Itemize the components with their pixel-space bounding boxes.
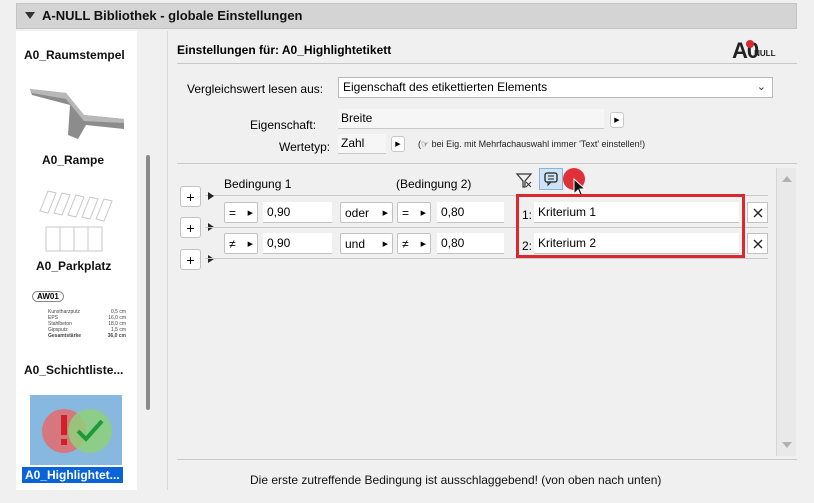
layer-tag: AW01: [32, 291, 64, 302]
panel-title-bar[interactable]: A-NULL Bibliothek - globale Einstellunge…: [16, 3, 797, 29]
type-hint: (☞ bei Eig. mit Mehrfachauswahl immer 'T…: [418, 139, 646, 149]
operator2-select[interactable]: ≠ ▶: [397, 233, 431, 254]
list-item-label: A0_Parkplatz: [36, 259, 112, 273]
library-list[interactable]: A0_Raumstempel A0_Rampe A0_Parkplatz AW0…: [16, 31, 137, 490]
operator-value: =: [229, 205, 237, 220]
row-arrow-icon[interactable]: [208, 255, 214, 263]
logo-dot-icon: [746, 40, 754, 48]
conditions-scrollbar[interactable]: [776, 168, 796, 456]
scroll-up-icon[interactable]: [782, 176, 792, 182]
compare-select[interactable]: Eigenschaft des etikettierten Elements ⌄: [338, 77, 773, 98]
list-item-label: A0_Highlightet...: [22, 467, 123, 483]
list-item[interactable]: A0_Parkplatz: [18, 181, 135, 277]
list-item-label: A0_Schichtliste...: [24, 363, 124, 377]
add-row-button[interactable]: +: [180, 249, 201, 270]
row-arrow-icon[interactable]: [208, 192, 214, 200]
operator2-select[interactable]: = ▶: [397, 202, 431, 223]
criteria-highlight-frame: [516, 194, 745, 258]
arrow-right-icon: ▶: [614, 117, 620, 124]
conjunction-select[interactable]: und ▶: [340, 233, 393, 254]
value2-input[interactable]: 0,80: [437, 202, 504, 223]
arrow-right-icon: ▶: [247, 240, 253, 248]
compare-select-value: Eigenschaft des etikettierten Elements: [343, 80, 548, 94]
chevron-down-icon: ⌄: [756, 81, 766, 93]
arrow-right-icon: ▶: [420, 209, 426, 217]
row-divider: [205, 258, 768, 259]
property-arrow-button[interactable]: ▶: [610, 112, 624, 128]
add-row-button[interactable]: +: [180, 186, 201, 207]
filter-icon[interactable]: [514, 170, 534, 190]
layer-table: Kunstharzputz 0,5 cm EPS 16,0 cm Stahlbeto…: [48, 309, 126, 339]
list-item[interactable]: A0_Rampe: [18, 75, 135, 171]
type-label: Wertetyp:: [279, 140, 331, 154]
conjunction-value: und: [345, 236, 366, 251]
arrow-right-icon: ▶: [395, 141, 401, 148]
settings-title: Einstellungen für: A0_Highlightetikett: [177, 43, 392, 57]
ramp-thumbnail: [30, 89, 124, 139]
close-icon: [753, 239, 762, 248]
list-item-selected[interactable]: A0_Highlightet...: [18, 393, 135, 489]
property-field[interactable]: Breite: [338, 109, 604, 129]
value1-input[interactable]: 0,90: [263, 202, 332, 223]
value1-input[interactable]: 0,90: [263, 233, 332, 254]
arrow-right-icon: ▶: [420, 240, 426, 248]
list-item-label: A0_Raumstempel: [24, 48, 125, 62]
conditions-divider: [177, 163, 797, 164]
panel-title: A-NULL Bibliothek - globale Einstellunge…: [42, 8, 303, 23]
settings-panel: [167, 31, 797, 490]
list-item[interactable]: A0_Raumstempel: [18, 31, 135, 71]
settings-divider: [177, 63, 797, 64]
arrow-right-icon: ▶: [247, 209, 253, 217]
anull-logo: A0NULL: [732, 38, 792, 64]
conjunction-select[interactable]: oder ▶: [340, 202, 393, 223]
scroll-down-icon[interactable]: [782, 442, 792, 448]
add-row-button[interactable]: +: [180, 217, 201, 238]
compare-label: Vergleichswert lesen aus:: [187, 82, 324, 96]
comment-button[interactable]: [539, 168, 563, 190]
library-scrollbar[interactable]: [146, 155, 150, 410]
footer-note: Die erste zutreffende Bedingung ist auss…: [250, 473, 662, 487]
parking-thumbnail: [39, 190, 113, 252]
operator1-select[interactable]: ≠ ▶: [224, 233, 258, 254]
layer-row: Gesamtstärke 36,0 cm: [48, 333, 126, 339]
delete-row-button[interactable]: [747, 202, 768, 223]
logo-null: NULL: [754, 49, 776, 58]
highlight-thumbnail: [30, 395, 122, 465]
conjunction-value: oder: [345, 205, 370, 220]
highlight-icon: [42, 409, 112, 453]
delete-row-button[interactable]: [747, 233, 768, 254]
property-label: Eigenschaft:: [250, 118, 317, 132]
list-item[interactable]: AW01 Kunstharzputz 0,5 cm EPS 16,0 cm Stah…: [18, 287, 135, 383]
close-icon: [753, 208, 762, 217]
collapse-triangle-icon[interactable]: [25, 12, 35, 19]
operator1-select[interactable]: = ▶: [224, 202, 258, 223]
type-arrow-button[interactable]: ▶: [391, 136, 405, 152]
value2-input[interactable]: 0,80: [437, 233, 504, 254]
operator-value: =: [402, 205, 410, 220]
footer-divider: [177, 459, 797, 460]
type-field[interactable]: Zahl: [338, 134, 386, 154]
condition1-header: Bedingung 1: [224, 177, 292, 191]
arrow-right-icon: ▶: [382, 209, 388, 217]
operator-value: ≠: [402, 236, 409, 251]
operator-value: ≠: [229, 236, 236, 251]
condition2-header: (Bedingung 2): [396, 177, 472, 191]
list-item-label: A0_Rampe: [42, 153, 105, 167]
arrow-right-icon: ▶: [382, 240, 388, 248]
